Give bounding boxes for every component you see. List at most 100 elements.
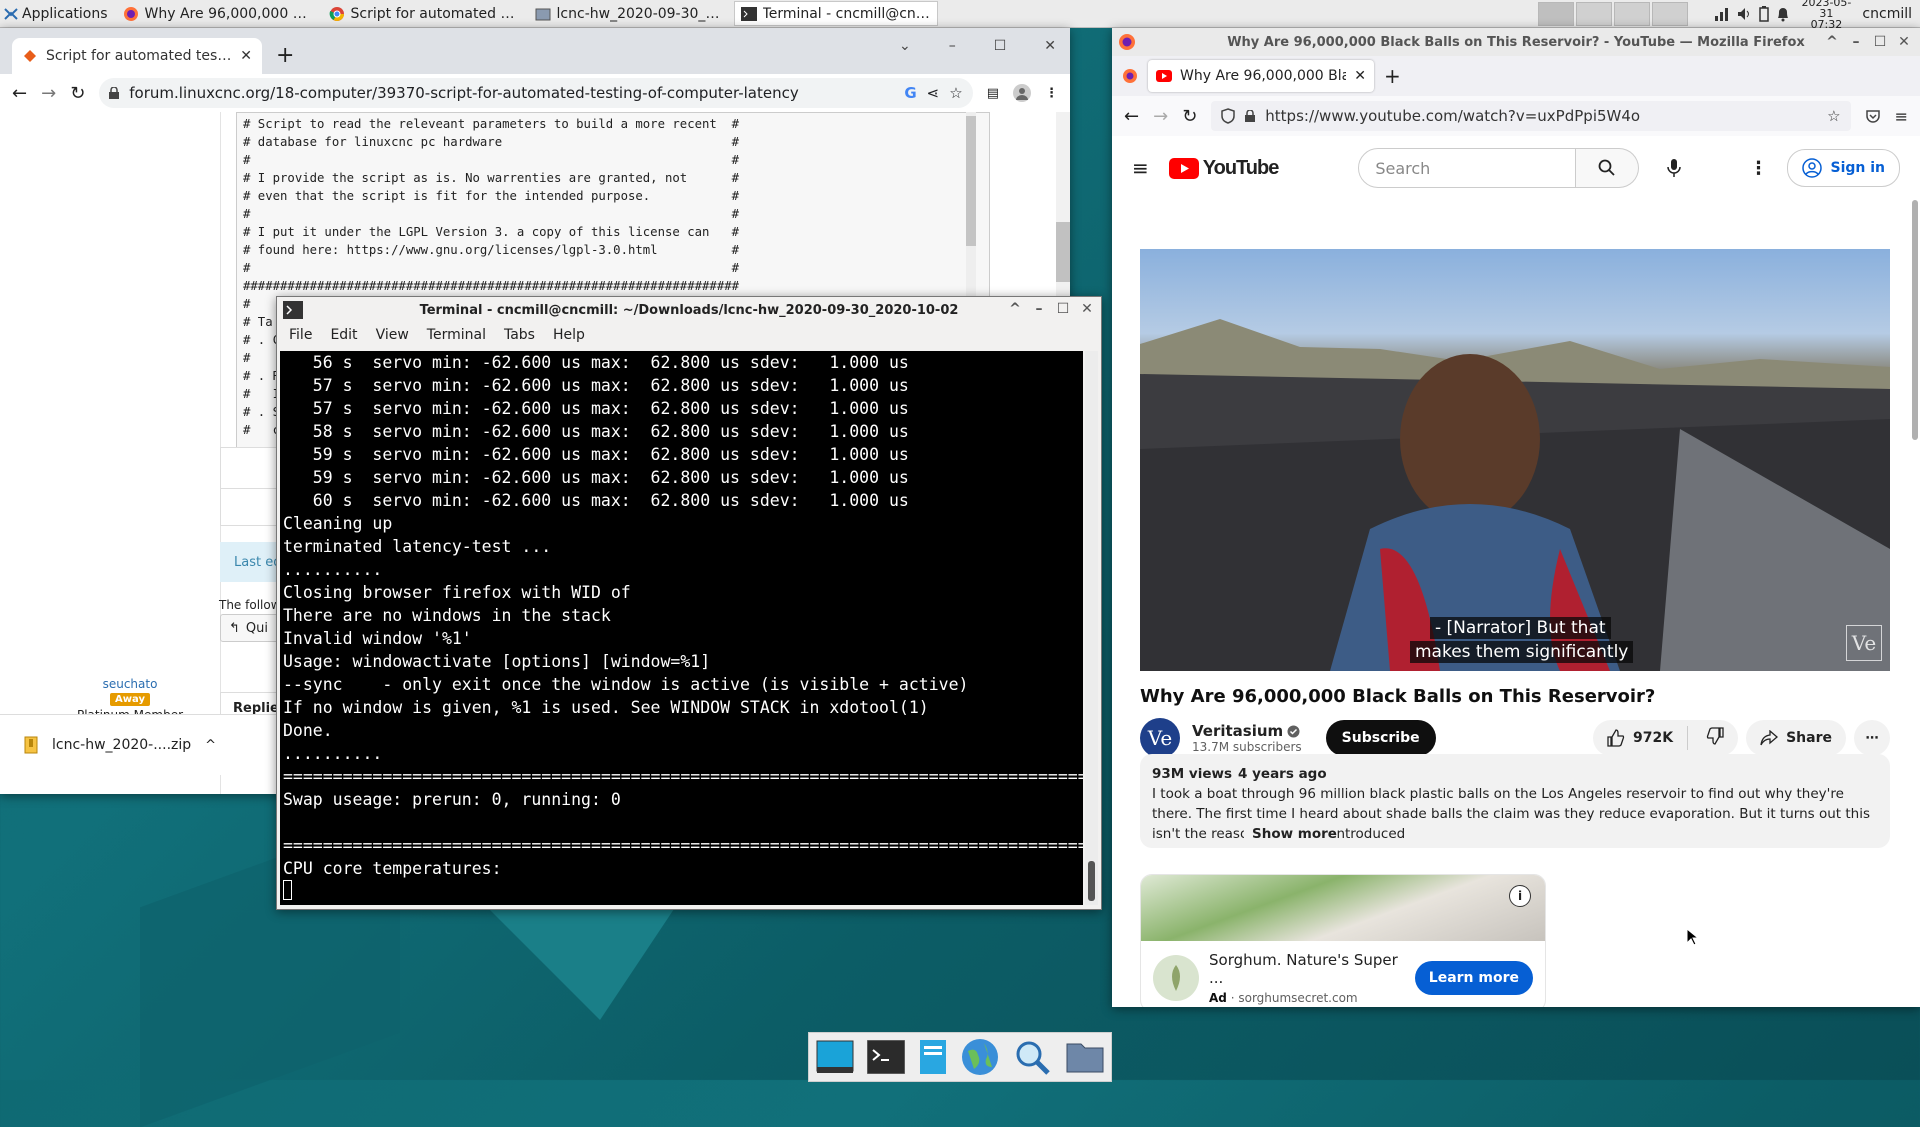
applications-menu[interactable]: Applications: [0, 0, 116, 27]
minimize-icon[interactable]: –: [1031, 301, 1047, 317]
search-box[interactable]: Search: [1358, 148, 1640, 188]
google-lens-icon[interactable]: G: [904, 84, 916, 102]
profile-icon[interactable]: [1013, 84, 1031, 102]
web-browser-icon[interactable]: [960, 1037, 1000, 1077]
file-manager-icon[interactable]: [918, 1038, 948, 1076]
share-arrow-icon: [1760, 730, 1779, 746]
page-scrollbar[interactable]: [1912, 200, 1918, 440]
author-name[interactable]: seuchato: [40, 677, 220, 691]
forward-icon[interactable]: →: [41, 83, 56, 104]
close-tab-icon[interactable]: ✕: [240, 48, 252, 64]
info-icon[interactable]: i: [1509, 885, 1531, 907]
share-button[interactable]: Share: [1746, 720, 1846, 756]
hamburger-menu-icon[interactable]: ≡: [1895, 107, 1908, 126]
user-name[interactable]: cncmill: [1862, 6, 1912, 22]
chrome-tab[interactable]: Script for automated testin ✕: [12, 38, 262, 74]
workspace-2[interactable]: [1576, 1, 1613, 26]
maximize-icon[interactable]: ☐: [1872, 34, 1888, 50]
terminal-launcher-icon[interactable]: [867, 1040, 906, 1074]
taskbar-item-terminal[interactable]: Terminal - cncmill@cnc...: [733, 1, 938, 26]
menu-view[interactable]: View: [376, 327, 409, 343]
minimize-icon[interactable]: –: [949, 38, 956, 54]
taskbar-item-files[interactable]: lcnc-hw_2020-09-30_20...: [528, 1, 732, 26]
show-more-link[interactable]: Show more: [1244, 824, 1337, 844]
chrome-icon: [329, 6, 345, 22]
volume-icon[interactable]: [1736, 6, 1752, 22]
shade-icon[interactable]: ^: [1007, 301, 1023, 317]
tab-search-chevron-icon[interactable]: ⌄: [899, 38, 911, 54]
terminal-line: 60 s servo min: -62.600 us max: 62.800 u…: [283, 491, 909, 510]
close-window-icon[interactable]: ✕: [1079, 301, 1095, 317]
like-button[interactable]: 972K: [1593, 726, 1689, 750]
guide-menu-icon[interactable]: ≡: [1132, 156, 1149, 180]
pocket-icon[interactable]: [1865, 108, 1881, 124]
sign-in-button[interactable]: Sign in: [1787, 149, 1900, 187]
terminal-titlebar[interactable]: Terminal - cncmill@cncmill: ~/Downloads/…: [277, 297, 1101, 323]
search-button[interactable]: [1576, 148, 1640, 188]
url-bar[interactable]: https://www.youtube.com/watch?v=uxPdPpi5…: [1211, 101, 1851, 131]
home-folder-icon[interactable]: [1065, 1040, 1105, 1074]
menu-file[interactable]: File: [289, 327, 312, 343]
maximize-icon[interactable]: ☐: [1055, 301, 1071, 317]
bookmark-star-icon[interactable]: ☆: [1827, 107, 1840, 125]
chrome-menu-icon[interactable]: ⋮: [1045, 86, 1058, 101]
share-icon[interactable]: ⋖: [927, 84, 940, 102]
new-tab-icon[interactable]: +: [1384, 64, 1401, 88]
taskbar-item-firefox[interactable]: Why Are 96,000,000 Bla...: [116, 1, 320, 26]
chevron-up-icon[interactable]: ^: [205, 738, 216, 753]
workspace-4[interactable]: [1652, 1, 1689, 26]
menu-help[interactable]: Help: [553, 327, 585, 343]
firefox-titlebar[interactable]: Why Are 96,000,000 Black Balls on This R…: [1112, 28, 1920, 56]
firefox-tab[interactable]: Why Are 96,000,000 Blac ✕: [1148, 60, 1374, 92]
microphone-icon[interactable]: [1667, 158, 1682, 178]
terminal-line: 59 s servo min: -62.600 us max: 62.800 u…: [283, 468, 909, 487]
omnibox[interactable]: forum.linuxcnc.org/18-computer/39370-scr…: [99, 78, 973, 108]
back-icon[interactable]: ←: [12, 83, 27, 104]
code-line: # #: [243, 261, 740, 275]
menu-edit[interactable]: Edit: [330, 327, 357, 343]
shade-icon[interactable]: ^: [1824, 34, 1840, 50]
minimize-icon[interactable]: –: [1848, 34, 1864, 50]
close-window-icon[interactable]: ✕: [1896, 34, 1912, 50]
terminal-scrollbar[interactable]: [1085, 351, 1098, 905]
bookmark-star-icon[interactable]: ☆: [949, 84, 962, 102]
maximize-icon[interactable]: ☐: [994, 38, 1007, 54]
workspace-1[interactable]: [1538, 1, 1575, 26]
more-actions-button[interactable]: ⋯: [1854, 720, 1890, 756]
reload-icon[interactable]: ↻: [70, 83, 85, 104]
clock[interactable]: 2023-05-31 07:32: [1796, 0, 1856, 30]
more-options-icon[interactable]: ⋮: [1749, 158, 1767, 179]
notifications-bell-icon[interactable]: [1776, 6, 1790, 22]
subscribe-button[interactable]: Subscribe: [1325, 720, 1436, 756]
forward-icon[interactable]: →: [1153, 106, 1168, 127]
app-finder-icon[interactable]: [1012, 1037, 1052, 1077]
firefox-view-icon[interactable]: [1122, 68, 1138, 84]
menu-tabs[interactable]: Tabs: [504, 327, 535, 343]
dislike-button[interactable]: [1696, 727, 1738, 749]
battery-icon[interactable]: [1758, 5, 1770, 22]
channel-name[interactable]: Veritasium: [1192, 722, 1283, 740]
channel-avatar[interactable]: Ve: [1140, 718, 1180, 758]
taskbar-item-chrome[interactable]: Script for automated te...: [322, 1, 526, 26]
network-icon[interactable]: [1714, 6, 1730, 22]
description-box[interactable]: 93M views 4 years ago I took a boat thro…: [1140, 754, 1890, 848]
show-desktop-icon[interactable]: [815, 1037, 855, 1077]
workspace-switcher[interactable]: [1538, 1, 1689, 26]
firefox-window-title: Why Are 96,000,000 Black Balls on This R…: [1227, 34, 1805, 50]
channel-watermark[interactable]: Ve: [1846, 625, 1882, 661]
ad-card[interactable]: i Sorghum. Nature's Super ... Ad · sorgh…: [1140, 874, 1546, 1007]
download-item[interactable]: lcnc-hw_2020-....zip ^: [24, 736, 234, 754]
video-player[interactable]: - [Narrator] But that makes them signifi…: [1140, 249, 1890, 671]
learn-more-button[interactable]: Learn more: [1414, 961, 1533, 995]
workspace-3[interactable]: [1614, 1, 1651, 26]
youtube-logo[interactable]: YouTube: [1168, 157, 1279, 180]
new-tab-icon[interactable]: +: [276, 43, 294, 68]
close-window-icon[interactable]: ✕: [1044, 38, 1056, 54]
side-panel-icon[interactable]: ▤: [987, 86, 999, 101]
reload-icon[interactable]: ↻: [1182, 106, 1197, 127]
back-icon[interactable]: ←: [1124, 106, 1139, 127]
close-tab-icon[interactable]: ✕: [1354, 68, 1366, 84]
menu-terminal[interactable]: Terminal: [427, 327, 486, 343]
search-input[interactable]: Search: [1358, 148, 1577, 188]
terminal-output[interactable]: 56 s servo min: -62.600 us max: 62.800 u…: [280, 351, 1083, 905]
